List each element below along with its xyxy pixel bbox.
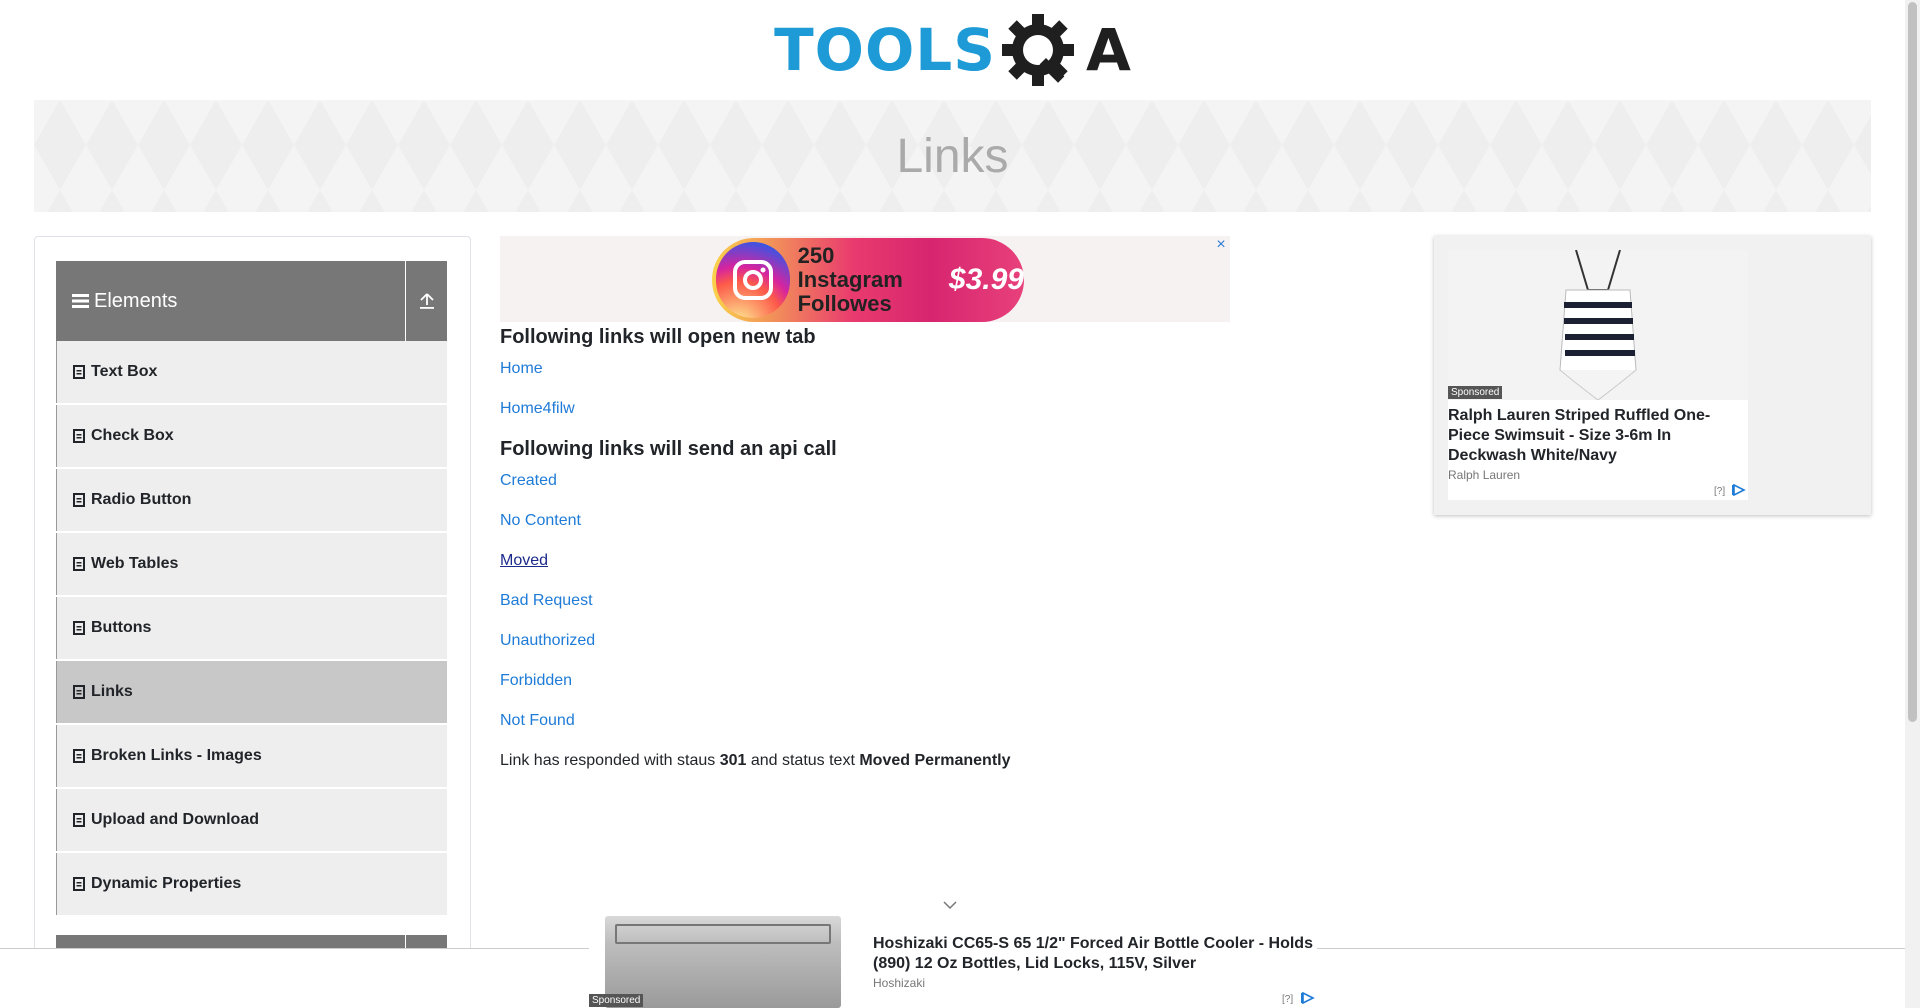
sponsored-badge: Sponsored	[589, 994, 644, 1007]
response-status-text: Moved Permanently	[859, 752, 1011, 769]
toolsqa-logo[interactable]: TOOLS A	[774, 10, 1131, 90]
ad-text-line2: Followes	[797, 291, 892, 316]
scrollbar[interactable]	[1905, 0, 1920, 1008]
upload-icon	[419, 293, 434, 309]
document-icon	[73, 493, 85, 507]
ad-help[interactable]: [?]	[1282, 994, 1293, 1005]
chevron-down-icon[interactable]	[942, 897, 958, 913]
sidebar-item-label: Dynamic Properties	[91, 875, 242, 892]
sidebar-item-radio-button[interactable]: Radio Button	[56, 469, 447, 531]
ad-card[interactable]: Sponsored Ralph Lauren Striped Ruffled O…	[1448, 249, 1748, 500]
heading-new-tab: Following links will open new tab	[500, 326, 816, 348]
group-header-elements[interactable]: Elements	[56, 261, 447, 341]
sidebar-item-label: Radio Button	[91, 491, 192, 508]
group-title: Elements	[56, 290, 405, 313]
page-banner: Links	[34, 100, 1871, 212]
link-created[interactable]: Created	[500, 472, 557, 490]
document-icon	[73, 749, 85, 763]
bottom-ad[interactable]: Sponsored Hoshizaki CC65-S 65 1/2" Force…	[589, 916, 1317, 1008]
ad-text: 250 Instagram Followes	[798, 244, 941, 316]
link-home[interactable]: Home	[500, 360, 543, 378]
close-icon[interactable]: ×	[1212, 236, 1230, 254]
link-no-content[interactable]: No Content	[500, 512, 581, 530]
sidebar-item-links[interactable]: Links	[56, 661, 447, 723]
document-icon	[73, 621, 85, 635]
ad-title[interactable]: Hoshizaki CC65-S 65 1/2" Forced Air Bott…	[873, 934, 1317, 974]
link-home-dynamic[interactable]: Home4filw	[500, 400, 575, 418]
document-icon	[73, 813, 85, 827]
sponsored-badge: Sponsored	[1448, 386, 1503, 399]
ad-brand: Hoshizaki	[873, 976, 926, 990]
sidebar-item-upload-download[interactable]: Upload and Download	[56, 789, 447, 851]
page: TOOLS A Links Elements Text Box Check Bo…	[0, 0, 1920, 1008]
heading-api-call: Following links will send an api call	[500, 438, 837, 460]
sidebar-item-dynamic-properties[interactable]: Dynamic Properties	[56, 853, 447, 915]
sidebar-item-label: Text Box	[91, 363, 158, 380]
response-middle: and status text	[746, 752, 860, 769]
ad-product-image	[1448, 249, 1748, 401]
sidebar-menu: Text Box Check Box Radio Button Web Tabl…	[56, 341, 447, 917]
sidebar-item-buttons[interactable]: Buttons	[56, 597, 447, 659]
document-icon	[73, 365, 85, 379]
swimsuit-image	[1559, 249, 1637, 401]
document-icon	[73, 429, 85, 443]
sidebar-item-broken-links[interactable]: Broken Links - Images	[56, 725, 447, 787]
sidebar-item-label: Buttons	[91, 619, 152, 636]
document-icon	[73, 877, 85, 891]
cooler-lid	[615, 924, 831, 944]
ad-text-line1: 250 Instagram	[797, 243, 903, 292]
logo-text: TOOLS	[774, 16, 996, 84]
page-title: Links	[896, 129, 1009, 183]
adchoices-icon[interactable]	[1732, 484, 1746, 496]
menu-icon	[72, 294, 89, 308]
sidebar-item-label: Web Tables	[91, 555, 179, 572]
collapse-toggle[interactable]	[405, 261, 447, 341]
ad-price: $3.99	[948, 263, 1024, 296]
sidebar-item-label: Upload and Download	[91, 811, 259, 828]
right-ad[interactable]: Sponsored Ralph Lauren Striped Ruffled O…	[1434, 236, 1871, 515]
adchoices-icon[interactable]	[1301, 992, 1315, 1004]
link-unauthorized[interactable]: Unauthorized	[500, 632, 595, 650]
document-icon	[73, 685, 85, 699]
document-icon	[73, 557, 85, 571]
sidebar-item-label: Links	[91, 683, 133, 700]
scrollbar-thumb[interactable]	[1908, 2, 1917, 722]
gear-icon	[1002, 14, 1074, 86]
link-not-found[interactable]: Not Found	[500, 712, 575, 730]
link-moved[interactable]: Moved	[500, 552, 548, 570]
ad-brand: Ralph Lauren	[1448, 468, 1521, 482]
ad-title[interactable]: Ralph Lauren Striped Ruffled One-Piece S…	[1448, 406, 1738, 466]
ad-help[interactable]: [?]	[1714, 486, 1725, 497]
response-status: 301	[719, 752, 747, 769]
sidebar-item-web-tables[interactable]: Web Tables	[56, 533, 447, 595]
sidebar-item-check-box[interactable]: Check Box	[56, 405, 447, 467]
top-ad-banner[interactable]: 250 Instagram Followes $3.99 ×	[500, 236, 1230, 322]
instagram-icon	[716, 242, 790, 318]
link-bad-request[interactable]: Bad Request	[500, 592, 593, 610]
sidebar-item-label: Check Box	[91, 427, 174, 444]
link-response: Link has responded with staus 301 and st…	[500, 752, 1011, 770]
response-prefix: Link has responded with staus	[500, 752, 720, 769]
logo-accent: A	[1086, 16, 1131, 84]
group-title-label: Elements	[94, 289, 178, 312]
sidebar: Elements Text Box Check Box Radio Button	[34, 236, 471, 1008]
link-forbidden[interactable]: Forbidden	[500, 672, 572, 690]
sidebar-item-text-box[interactable]: Text Box	[56, 341, 447, 403]
ad-pill: 250 Instagram Followes $3.99	[712, 238, 1024, 322]
sidebar-item-label: Broken Links - Images	[91, 747, 262, 764]
site-header: TOOLS A	[0, 0, 1905, 100]
